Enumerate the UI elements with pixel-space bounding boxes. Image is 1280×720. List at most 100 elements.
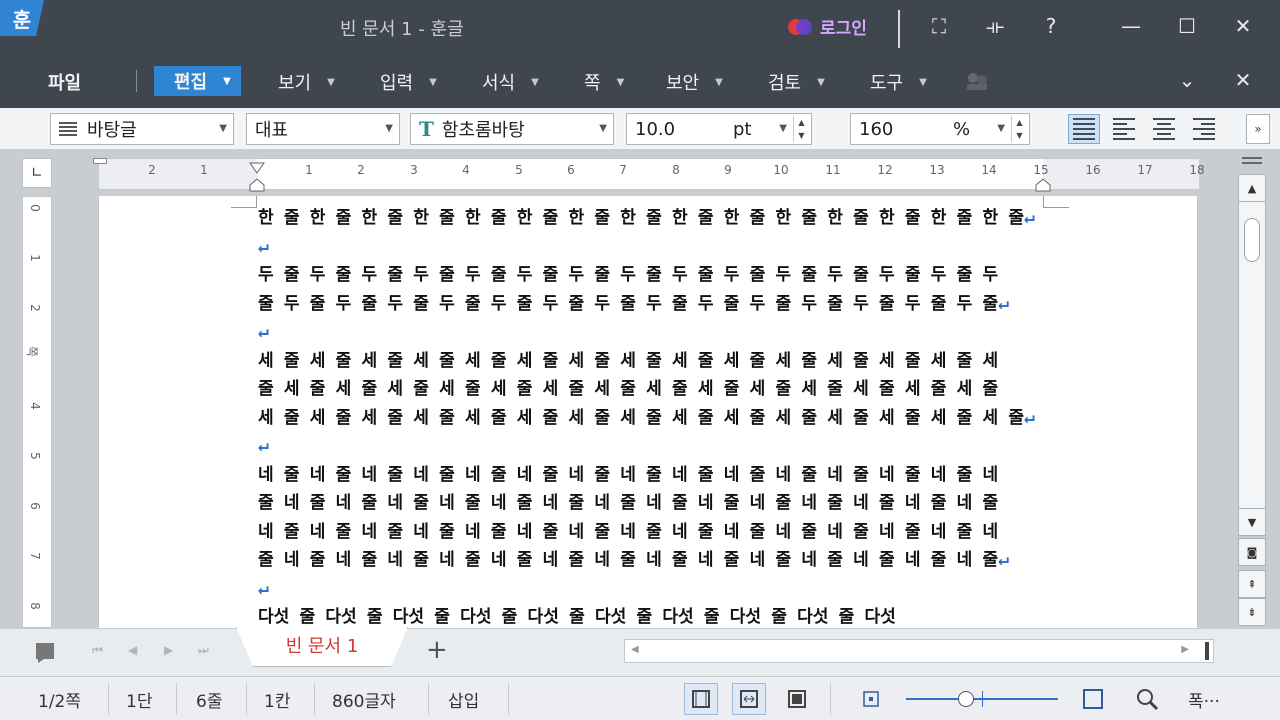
- paragraph-line[interactable]: ↵: [258, 575, 1058, 604]
- doc-close-icon[interactable]: ✕: [1228, 68, 1258, 92]
- login-button[interactable]: 로그인: [788, 14, 867, 39]
- magnifier-icon[interactable]: [1130, 683, 1164, 715]
- split-view-icon[interactable]: ⟛: [980, 14, 1010, 38]
- split-handle-icon[interactable]: [1238, 150, 1266, 170]
- align-left-button[interactable]: [1108, 114, 1140, 144]
- tab-blank-document[interactable]: 빈 문서 1: [236, 627, 408, 667]
- zoom-input[interactable]: 160 % ▼ ▲ ▼: [850, 113, 1030, 145]
- page-view-icon[interactable]: ◙: [1238, 538, 1266, 566]
- paragraph-line[interactable]: ↵: [258, 318, 1058, 347]
- menu-review[interactable]: 검토 ▼: [768, 69, 825, 95]
- first-line-indent-marker[interactable]: [249, 159, 265, 174]
- menu-file[interactable]: 파일: [48, 69, 81, 95]
- font-language-select[interactable]: 대표 ▼: [246, 113, 400, 145]
- paragraph-line[interactable]: ↵: [258, 233, 1058, 262]
- scroll-track[interactable]: [1238, 202, 1266, 508]
- page-view-button[interactable]: [684, 683, 718, 715]
- scroll-left-button[interactable]: ◀: [631, 644, 639, 655]
- zoom-out-button[interactable]: [854, 683, 888, 715]
- chevron-down-icon: ▼: [599, 123, 607, 134]
- vertical-ruler[interactable]: 0 1 2 쪽 4 5 6 7 8: [22, 196, 52, 628]
- style-select[interactable]: 바탕글 ▼: [50, 113, 234, 145]
- zoom-fit-label[interactable]: 폭···: [1188, 687, 1220, 712]
- fullscreen-icon[interactable]: ⛶: [924, 14, 954, 38]
- align-justify-button[interactable]: [1068, 114, 1100, 144]
- split-bar-icon[interactable]: [1205, 642, 1209, 660]
- prev-tab-icon[interactable]: ◀: [128, 643, 137, 657]
- paragraph-return-icon: ↵: [258, 321, 269, 342]
- menu-security[interactable]: 보안 ▼: [666, 69, 723, 95]
- font-name-select[interactable]: T 함초롬바탕 ▼: [410, 113, 614, 145]
- menu-format[interactable]: 서식 ▼: [482, 69, 539, 95]
- paragraph-line[interactable]: 세 줄 세 줄 세 줄 세 줄 세 줄 세 줄 세 줄 세 줄 세 줄 세 줄 …: [258, 404, 1058, 433]
- next-page-button[interactable]: ⇟: [1238, 598, 1266, 626]
- zoom-slider-thumb[interactable]: [958, 691, 974, 707]
- paragraph-line[interactable]: 줄 세 줄 세 줄 세 줄 세 줄 세 줄 세 줄 세 줄 세 줄 세 줄 세 …: [258, 375, 1058, 404]
- tab-type-icon[interactable]: ∟: [22, 158, 52, 188]
- truetype-font-icon: T: [419, 117, 434, 141]
- add-tab-button[interactable]: +: [426, 635, 448, 665]
- last-tab-icon[interactable]: ⏭: [198, 643, 209, 658]
- align-right-button[interactable]: [1188, 114, 1220, 144]
- chevron-down-icon: ▼: [531, 76, 539, 88]
- paragraph-line[interactable]: 한 줄 한 줄 한 줄 한 줄 한 줄 한 줄 한 줄 한 줄 한 줄 한 줄 …: [258, 204, 1058, 233]
- zoom-in-button[interactable]: [1076, 683, 1110, 715]
- paragraph-line[interactable]: 줄 네 줄 네 줄 네 줄 네 줄 네 줄 네 줄 네 줄 네 줄 네 줄 네 …: [258, 489, 1058, 518]
- font-size-value: 10.0: [635, 118, 676, 140]
- width-view-button[interactable]: [732, 683, 766, 715]
- ruler-number: 16: [1085, 163, 1101, 177]
- app-logo[interactable]: 훈: [0, 0, 44, 36]
- full-view-button[interactable]: [780, 683, 814, 715]
- document-body[interactable]: 한 줄 한 줄 한 줄 한 줄 한 줄 한 줄 한 줄 한 줄 한 줄 한 줄 …: [258, 204, 1058, 632]
- paragraph-line[interactable]: ↵: [258, 432, 1058, 461]
- paragraph-line[interactable]: 줄 네 줄 네 줄 네 줄 네 줄 네 줄 네 줄 네 줄 네 줄 네 줄 네 …: [258, 546, 1058, 575]
- scroll-thumb[interactable]: [1244, 218, 1260, 262]
- menu-tools[interactable]: 도구 ▼: [870, 69, 927, 95]
- paragraph-return-icon: ↵: [1024, 207, 1035, 228]
- scroll-right-button[interactable]: ▶: [1181, 644, 1189, 655]
- paragraph-line[interactable]: 줄 두 줄 두 줄 두 줄 두 줄 두 줄 두 줄 두 줄 두 줄 두 줄 두 …: [258, 290, 1058, 319]
- left-indent-marker[interactable]: [249, 177, 265, 192]
- ruler-left-handle[interactable]: [93, 158, 107, 164]
- horizontal-ruler[interactable]: 2 1 1 2 3 4 5 6 7 8 9 10 11 12 13 14 15 …: [93, 158, 1205, 192]
- menu-edit[interactable]: 편집 ▼: [154, 66, 241, 96]
- first-tab-icon[interactable]: ⏮: [92, 643, 103, 658]
- scroll-up-button[interactable]: ▲: [1238, 174, 1266, 202]
- paragraph-return-icon: ↵: [1024, 406, 1035, 428]
- close-button[interactable]: ✕: [1228, 14, 1258, 38]
- paragraph-line[interactable]: 네 줄 네 줄 네 줄 네 줄 네 줄 네 줄 네 줄 네 줄 네 줄 네 줄 …: [258, 461, 1058, 490]
- account-logo-icon: [788, 16, 814, 38]
- next-tab-icon[interactable]: ▶: [164, 643, 173, 657]
- right-indent-marker[interactable]: [1035, 177, 1051, 192]
- ruler-number: 3: [410, 163, 418, 177]
- toolbar-expand-icon[interactable]: »: [1246, 114, 1270, 144]
- paragraph-line[interactable]: 두 줄 두 줄 두 줄 두 줄 두 줄 두 줄 두 줄 두 줄 두 줄 두 줄 …: [258, 261, 1058, 290]
- line-text: 줄 두 줄 두 줄 두 줄 두 줄 두 줄 두 줄 두 줄 두 줄 두 줄 두 …: [258, 293, 999, 314]
- minimize-button[interactable]: —: [1116, 14, 1146, 38]
- menu-view[interactable]: 보기 ▼: [278, 69, 335, 95]
- menu-insert[interactable]: 입력 ▼: [380, 69, 437, 95]
- ruler-number: 15: [1033, 163, 1049, 177]
- memo-icon[interactable]: [34, 641, 56, 663]
- font-size-stepper[interactable]: ▲ ▼: [793, 116, 809, 142]
- chevron-down-icon: ▼: [997, 123, 1005, 134]
- menu-page[interactable]: 쪽 ▼: [584, 69, 624, 95]
- paragraph-style-icon: [59, 122, 81, 136]
- scroll-down-button[interactable]: ▼: [1238, 508, 1266, 536]
- paragraph-line[interactable]: 세 줄 세 줄 세 줄 세 줄 세 줄 세 줄 세 줄 세 줄 세 줄 세 줄 …: [258, 347, 1058, 376]
- help-icon[interactable]: ?: [1036, 14, 1066, 38]
- status-insert-mode[interactable]: 삽입: [448, 687, 479, 712]
- status-page[interactable]: 1/2쪽: [38, 687, 81, 712]
- login-label: 로그인: [820, 19, 867, 39]
- maximize-button[interactable]: ☐: [1172, 14, 1202, 38]
- paragraph-line[interactable]: 네 줄 네 줄 네 줄 네 줄 네 줄 네 줄 네 줄 네 줄 네 줄 네 줄 …: [258, 518, 1058, 547]
- status-separator: [508, 683, 509, 715]
- align-center-button[interactable]: [1148, 114, 1180, 144]
- font-size-input[interactable]: 10.0 pt ▼ ▲ ▼: [626, 113, 812, 145]
- status-char: 1칸: [264, 692, 291, 712]
- zoom-stepper[interactable]: ▲ ▼: [1011, 116, 1027, 142]
- prev-page-button[interactable]: ⇞: [1238, 570, 1266, 598]
- vertical-scrollbar[interactable]: ▲ ▼ ◙ ⇞ ⇟: [1238, 150, 1268, 628]
- horizontal-scrollbar[interactable]: ◀ ▶: [624, 639, 1214, 663]
- ribbon-collapse-icon[interactable]: ⌄: [1172, 68, 1202, 92]
